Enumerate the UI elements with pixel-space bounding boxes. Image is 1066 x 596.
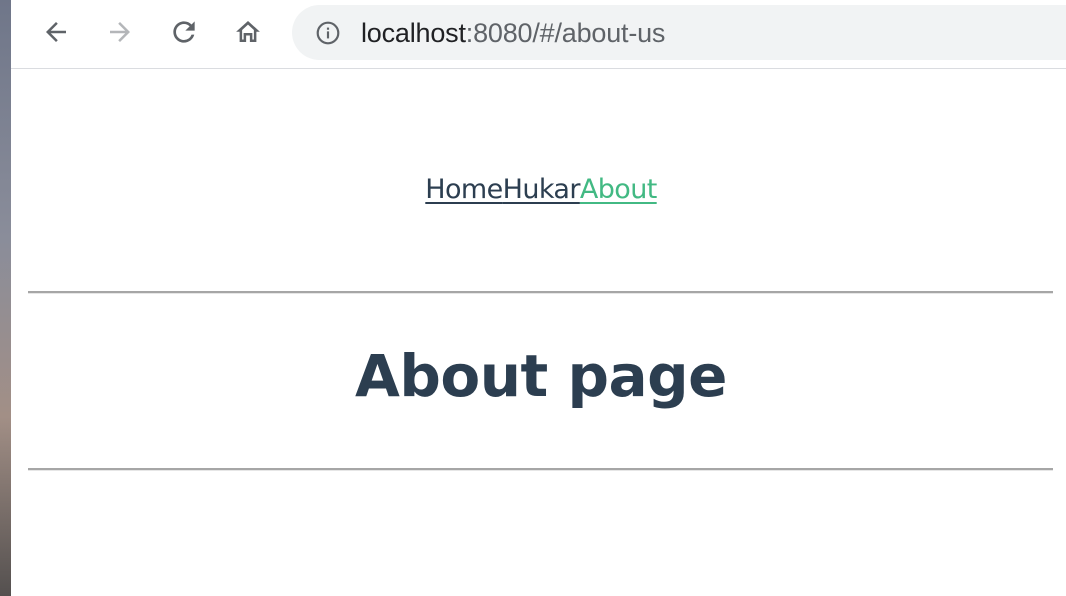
info-icon[interactable] <box>315 20 341 46</box>
arrow-right-icon <box>110 22 130 42</box>
reload-icon <box>173 21 195 43</box>
divider-bottom <box>28 468 1053 471</box>
browser-window: localhost:8080/#/about-us HomeHukarAbout… <box>11 0 1066 596</box>
page-content: HomeHukarAbout About page <box>11 69 1066 596</box>
main-nav: HomeHukarAbout <box>11 173 1066 207</box>
reload-button[interactable] <box>166 14 202 50</box>
address-bar[interactable]: localhost:8080/#/about-us <box>292 5 1066 60</box>
nav-link-home[interactable]: Home <box>425 174 503 205</box>
url-host: localhost <box>361 18 466 48</box>
divider-top <box>28 291 1053 294</box>
browser-toolbar: localhost:8080/#/about-us <box>11 0 1066 69</box>
desktop-background <box>0 0 11 596</box>
arrow-left-icon <box>46 22 66 42</box>
page-title: About page <box>355 342 727 410</box>
nav-link-about[interactable]: About <box>580 174 657 205</box>
url-path: :8080/#/about-us <box>465 18 666 48</box>
back-button[interactable] <box>38 14 74 50</box>
forward-button[interactable] <box>102 14 138 50</box>
nav-link-hukar[interactable]: Hukar <box>503 174 581 205</box>
home-button[interactable] <box>230 14 266 50</box>
url-text[interactable]: localhost:8080/#/about-us <box>361 17 665 49</box>
home-icon <box>236 21 260 42</box>
